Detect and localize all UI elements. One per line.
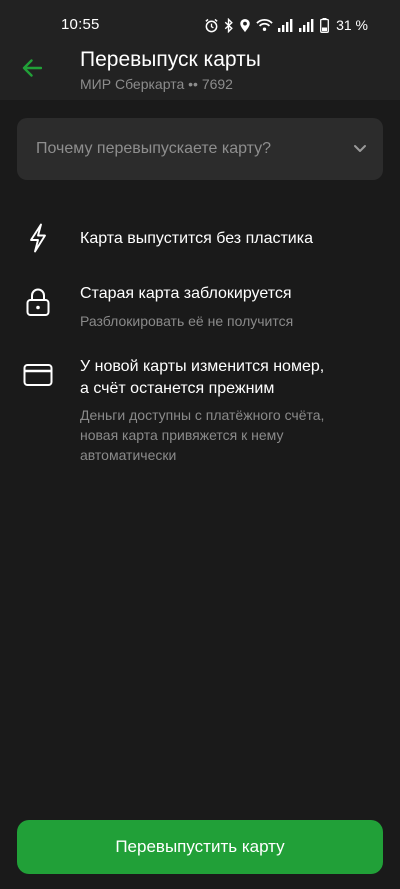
card-icon [22, 359, 54, 391]
lock-icon [22, 286, 54, 318]
arrow-left-icon [22, 58, 43, 82]
signal-icon [278, 18, 294, 32]
bluetooth-icon [224, 17, 234, 33]
info-description-line-1: Деньги доступны с платёжного счёта, [80, 407, 325, 423]
location-icon [239, 18, 251, 33]
lightning-icon [22, 222, 54, 254]
signal-icon [299, 18, 315, 32]
battery-percent: 31 % [336, 17, 368, 33]
info-title: Карта выпустится без пластика [80, 230, 313, 247]
info-title-line-1: У новой карты изменится номер, [80, 358, 325, 375]
reissue-card-button[interactable]: Перевыпустить карту [17, 820, 383, 874]
page-title: Перевыпуск карты [80, 48, 261, 71]
wifi-icon [256, 18, 273, 32]
reissue-card-screen: 10:55 31 % Перевыпуск карты МИР Сберкарт… [0, 0, 400, 889]
info-description-line-2: новая карта привяжется к нему [80, 427, 284, 443]
status-icons: 31 % [204, 15, 368, 35]
info-description-line-3: автоматически [80, 447, 177, 463]
chevron-down-icon [353, 141, 367, 160]
battery-icon [320, 17, 330, 33]
back-button[interactable] [16, 54, 48, 86]
header: Перевыпуск карты МИР Сберкарта •• 7692 [0, 48, 400, 100]
alarm-icon [204, 18, 219, 33]
info-title: Старая карта заблокируется [80, 285, 292, 302]
info-description: Разблокировать её не получится [80, 313, 294, 329]
reason-placeholder: Почему перевыпускаете карту? [36, 140, 272, 157]
info-title-line-2: а счёт останется прежним [80, 380, 275, 397]
reason-select[interactable]: Почему перевыпускаете карту? [17, 118, 383, 180]
status-time: 10:55 [61, 16, 100, 33]
card-subtitle: МИР Сберкарта •• 7692 [80, 76, 233, 92]
status-bar: 10:55 31 % [0, 0, 400, 50]
